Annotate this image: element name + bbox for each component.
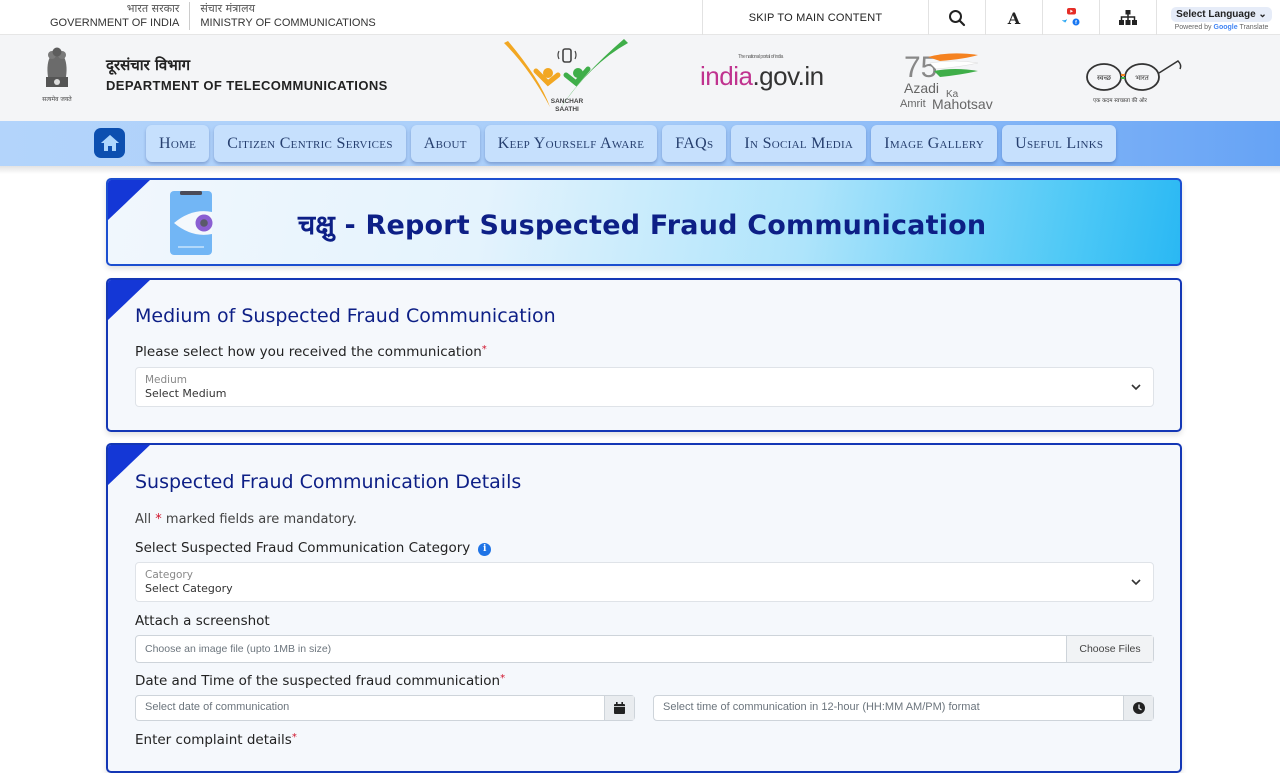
page-title: चक्षु - Report Suspected Fraud Communica… xyxy=(298,210,987,241)
accessibility-tools: SKIP TO MAIN CONTENT A f Select Language… xyxy=(702,0,1280,35)
screenshot-label: Attach a screenshot xyxy=(135,613,270,629)
time-input-group: Select time of communication in 12-hour … xyxy=(653,695,1154,721)
info-icon[interactable]: i xyxy=(478,543,492,556)
date-input-group: Select date of communication xyxy=(135,695,635,721)
nav-item-faqs[interactable]: FAQs xyxy=(662,125,727,162)
india-gov-tagline: The national portal of india xyxy=(738,54,783,60)
government-of-india: भारत सरकार GOVERNMENT OF INDIA xyxy=(40,2,189,30)
chevron-down-icon: ⌄ xyxy=(1258,9,1267,20)
sitemap-button[interactable] xyxy=(1099,0,1156,35)
government-branding: भारत सरकार GOVERNMENT OF INDIA संचार मंत… xyxy=(40,2,386,30)
date-input[interactable]: Select date of communication xyxy=(136,696,604,720)
search-icon xyxy=(949,9,966,26)
sanchar-text: SANCHAR xyxy=(551,98,584,105)
medium-section-title: Medium of Suspected Fraud Communication xyxy=(135,305,556,327)
medium-select[interactable]: Medium Select Medium xyxy=(135,367,1154,407)
azadi-ka-amrit-mahotsav-logo[interactable]: 75 Azadi Ka Amrit Mahotsav xyxy=(900,49,1004,112)
font-size-icon: A xyxy=(1007,10,1021,26)
social-media-icon: f xyxy=(1062,7,1080,26)
category-select-floating-label: Category xyxy=(145,569,193,581)
fraud-details-section: Suspected Fraud Communication Details Al… xyxy=(106,443,1182,773)
national-emblem-logo[interactable]: सत्यमेव जयते xyxy=(38,43,76,107)
phone-eye-icon xyxy=(170,191,213,255)
saathi-text: SAATHI xyxy=(555,106,579,113)
clock-icon xyxy=(1132,702,1145,714)
required-marker: * xyxy=(481,344,487,355)
choose-files-button[interactable]: Choose Files xyxy=(1066,636,1153,662)
search-button[interactable] xyxy=(928,0,985,35)
sitemap-icon xyxy=(1119,9,1137,25)
mandatory-fields-note: All * marked fields are mandatory. xyxy=(135,512,357,527)
time-input[interactable]: Select time of communication in 12-hour … xyxy=(654,696,1123,720)
svg-text:सत्यमेव जयते: सत्यमेव जयते xyxy=(42,95,72,103)
chevron-down-icon xyxy=(1131,579,1141,586)
social-media-button[interactable]: f xyxy=(1042,0,1099,35)
language-selector[interactable]: Select Language ⌄ Powered by Google Tran… xyxy=(1156,0,1280,35)
india-gov-domain: .gov.in xyxy=(752,61,824,91)
nav-item-about[interactable]: About xyxy=(410,125,480,162)
nav-shadow xyxy=(0,166,1280,174)
nav-item-in-social-media[interactable]: In Social Media xyxy=(731,125,867,162)
medium-label: Please select how you received the commu… xyxy=(135,344,487,360)
ministry-of-communications: संचार मंत्रालय MINISTRY OF COMMUNICATION… xyxy=(189,2,385,30)
gov-hindi: भारत सरकार xyxy=(126,2,180,15)
sanchar-saathi-logo[interactable]: SANCHAR SAATHI xyxy=(500,39,632,117)
complaint-details-label: Enter complaint details* xyxy=(135,732,297,748)
datetime-label: Date and Time of the suspected fraud com… xyxy=(135,673,506,689)
home-icon xyxy=(100,135,119,151)
gov-english: GOVERNMENT OF INDIA xyxy=(50,17,180,29)
svg-text:Amrit: Amrit xyxy=(900,98,926,110)
skip-to-main-content-link[interactable]: SKIP TO MAIN CONTENT xyxy=(702,0,928,35)
department-hindi: दूरसंचार विभाग xyxy=(106,56,191,74)
medium-section: Medium of Suspected Fraud Communication … xyxy=(106,278,1182,432)
medium-select-value: Select Medium xyxy=(145,387,227,400)
svg-text:Azadi: Azadi xyxy=(904,80,939,96)
nav-item-home[interactable]: Home xyxy=(146,125,210,162)
chevron-down-icon xyxy=(1131,384,1141,391)
file-input-placeholder[interactable]: Choose an image file (upto 1MB in size) xyxy=(136,636,1066,662)
category-select-value: Select Category xyxy=(145,582,233,595)
department-english: DEPARTMENT OF TELECOMMUNICATIONS xyxy=(106,78,388,93)
select-language-dropdown[interactable]: Select Language ⌄ xyxy=(1171,7,1272,22)
svg-text:भारत: भारत xyxy=(1135,74,1150,82)
home-icon-button[interactable] xyxy=(94,128,125,158)
calendar-icon xyxy=(614,702,625,714)
swachh-bharat-logo[interactable]: स्वच्छ भारत एक कदम स्वच्छता की ओर xyxy=(1080,55,1184,113)
clock-button[interactable] xyxy=(1123,696,1153,720)
svg-text:एक कदम स्वच्छता की ओर: एक कदम स्वच्छता की ओर xyxy=(1093,97,1148,104)
top-bar: भारत सरकार GOVERNMENT OF INDIA संचार मंत… xyxy=(0,0,1280,35)
twitter-icon xyxy=(1062,18,1067,23)
india-gov-logo[interactable]: The national portal of india india.gov.i… xyxy=(700,54,824,92)
ministry-hindi: संचार मंत्रालय xyxy=(200,2,255,15)
nav-item-image-gallery[interactable]: Image Gallery xyxy=(871,125,998,162)
medium-select-floating-label: Medium xyxy=(145,374,187,386)
nav-menu: Home Citizen Centric Services About Keep… xyxy=(146,125,1117,162)
svg-text:स्वच्छ: स्वच्छ xyxy=(1097,74,1112,82)
category-select[interactable]: Category Select Category xyxy=(135,562,1154,602)
department-name[interactable]: दूरसंचार विभाग DEPARTMENT OF TELECOMMUNI… xyxy=(106,55,388,93)
site-header: सत्यमेव जयते दूरसंचार विभाग DEPARTMENT O… xyxy=(0,35,1280,121)
azadi-emblem: 75 Azadi Ka Amrit Mahotsav xyxy=(900,51,993,112)
screenshot-file-input[interactable]: Choose an image file (upto 1MB in size) … xyxy=(135,635,1154,663)
powered-by-google-translate: Powered by Google Translate xyxy=(1174,24,1269,31)
details-section-title: Suspected Fraud Communication Details xyxy=(135,471,522,493)
main-navigation: Home Citizen Centric Services About Keep… xyxy=(0,121,1280,166)
india-gov-india: india xyxy=(700,61,753,91)
font-size-button[interactable]: A xyxy=(985,0,1042,35)
nav-item-keep-yourself-aware[interactable]: Keep Yourself Aware xyxy=(484,125,658,162)
nav-item-citizen-centric-services[interactable]: Citizen Centric Services xyxy=(214,125,406,162)
nav-item-useful-links[interactable]: Useful Links xyxy=(1002,125,1117,162)
svg-text:Mahotsav: Mahotsav xyxy=(932,96,993,111)
card-corner-decoration xyxy=(108,180,151,221)
page-banner: चक्षु - Report Suspected Fraud Communica… xyxy=(106,178,1182,266)
category-label: Select Suspected Fraud Communication Cat… xyxy=(135,540,492,556)
svg-text:A: A xyxy=(1007,10,1021,26)
calendar-button[interactable] xyxy=(604,696,634,720)
ministry-english: MINISTRY OF COMMUNICATIONS xyxy=(200,17,376,29)
